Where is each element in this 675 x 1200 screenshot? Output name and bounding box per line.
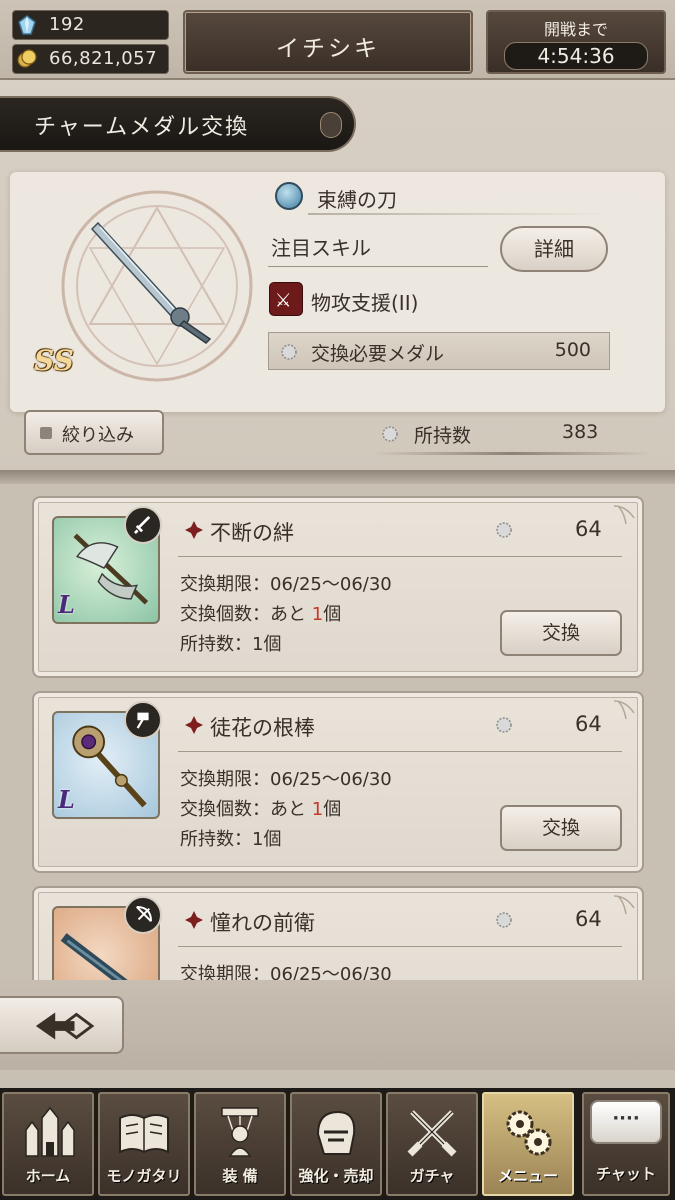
nav-story[interactable]: モノガタリ [98,1092,190,1196]
nav-enhance-label: 強化・売却 [298,1167,374,1185]
item-name: 憧れの前衛 [210,911,315,935]
nav-equip-label: 装 備 [222,1167,258,1185]
owned-underline [372,452,652,455]
corner-ornament [613,700,635,720]
gold-counter: 66,821,057 [12,44,169,74]
required-medal-box: 交換必要メダル 500 [268,332,610,370]
gold-count: 66,821,057 [49,48,158,69]
book-icon [119,1114,169,1154]
back-arrow-icon [35,1012,95,1040]
exchange-period: 交換期限：06/25〜06/30 [180,574,392,595]
crystal-count: 192 [49,14,85,35]
section-title: チャームメダル交換 [34,115,250,140]
exchange-button[interactable]: 交換 [500,805,622,851]
item-divider [178,946,622,947]
corner-ornament [613,505,635,525]
crystal-icon [18,15,36,35]
nav-chat-label: チャット [596,1165,656,1183]
list-item[interactable]: L 不断の絆 64 交換期限：06/25〜06/30 交換個数：あと 1個 所持… [32,496,644,678]
nav-menu-label: メニュー [497,1167,558,1185]
owned-medal-value: 383 [562,421,599,443]
medal-icon [281,344,297,360]
nav-story-label: モノガタリ [106,1167,182,1185]
hammer-icon [124,701,162,739]
gold-coin-icon [17,49,37,68]
exchange-period: 交換期限：06/25〜06/30 [180,769,392,790]
exchange-button[interactable]: 交換 [500,610,622,656]
exchange-item-list[interactable]: L 不断の絆 64 交換期限：06/25〜06/30 交換個数：あと 1個 所持… [0,484,675,980]
cross-marker-icon [185,911,203,929]
player-name: イチシキ [276,36,380,62]
cross-marker-icon [185,716,203,734]
helmet-icon [316,1110,356,1155]
rarity-badge: L [58,590,75,619]
back-button[interactable] [0,996,124,1054]
castle-icon [25,1106,75,1157]
nav-menu[interactable]: メニュー [482,1092,574,1196]
item-name: 徒花の根棒 [210,716,315,740]
filter-label: 絞り込み [62,425,134,446]
player-name-panel[interactable]: イチシキ [183,10,473,74]
water-element-icon [275,182,303,210]
gears-icon [506,1110,552,1156]
puppet-icon [221,1107,259,1157]
item-divider [178,556,622,557]
nav-chat[interactable]: ···· チャット [582,1092,670,1196]
nav-gacha-label: ガチャ [409,1167,455,1185]
rank-badge: SS [34,344,74,377]
crystal-counter: 192 [12,10,169,40]
cross-marker-icon [185,521,203,539]
timer-value: 4:54:36 [504,42,648,70]
svg-text:⚔: ⚔ [275,291,292,312]
section-toggle-icon[interactable] [320,112,342,138]
katana-image [90,221,212,344]
required-medal-label: 交換必要メダル [311,343,445,365]
bottom-navigation: ホーム モノガタリ 装 備 強化・売却 ガチャ メニュー ···· チャット [0,1088,675,1200]
skill-label: 注目スキル [271,236,371,260]
detail-button[interactable]: 詳細 [500,226,608,272]
required-medal-value: 500 [554,339,591,361]
nav-home[interactable]: ホーム [2,1092,94,1196]
corner-ornament [613,895,635,915]
owned-count: 所持数：1個 [180,634,282,655]
rarity-badge: L [58,785,75,814]
sword-icon [124,506,162,544]
medal-icon [382,426,398,442]
battle-timer-panel: 開戦まで 4:54:36 [486,10,666,74]
nav-gacha[interactable]: ガチャ [386,1092,478,1196]
skill-name: 物攻支援(II) [311,291,419,315]
medal-icon [496,522,512,538]
timer-label: 開戦まで [543,20,608,39]
skill-underline [268,266,488,267]
nav-home-label: ホーム [25,1167,71,1185]
section-title-bar[interactable]: チャームメダル交換 [0,96,356,152]
item-divider [178,751,622,752]
bow-icon [124,896,162,934]
medal-icon [496,912,512,928]
nav-enhance[interactable]: 強化・売却 [290,1092,382,1196]
exchange-remaining: 交換個数：あと 1個 [180,799,342,820]
item-name: 不断の絆 [210,521,294,545]
featured-item-name: 束縛の刀 [317,188,397,212]
exchange-period: 交換期限：06/25〜06/30 [180,964,392,980]
crossed-swords-icon [407,1110,457,1157]
filter-button[interactable]: 絞り込み [24,410,164,455]
item-medal-cost: 64 [575,907,602,931]
owned-medal-label: 所持数 [414,425,472,447]
item-medal-cost: 64 [575,517,602,541]
medal-icon [496,717,512,733]
chat-bubble-icon: ···· [590,1100,662,1144]
attack-support-skill-icon: ⚔ [269,282,303,316]
divider [0,470,675,484]
nav-equip[interactable]: 装 備 [194,1092,286,1196]
name-underline [308,213,608,215]
filter-checkbox-icon [40,427,52,439]
list-item[interactable]: L 徒花の根棒 64 交換期限：06/25〜06/30 交換個数：あと 1個 所… [32,691,644,873]
owned-count: 所持数：1個 [180,829,282,850]
item-medal-cost: 64 [575,712,602,736]
list-item[interactable]: L 憧れの前衛 64 交換期限：06/25〜06/30 [32,886,644,980]
exchange-remaining: 交換個数：あと 1個 [180,604,342,625]
